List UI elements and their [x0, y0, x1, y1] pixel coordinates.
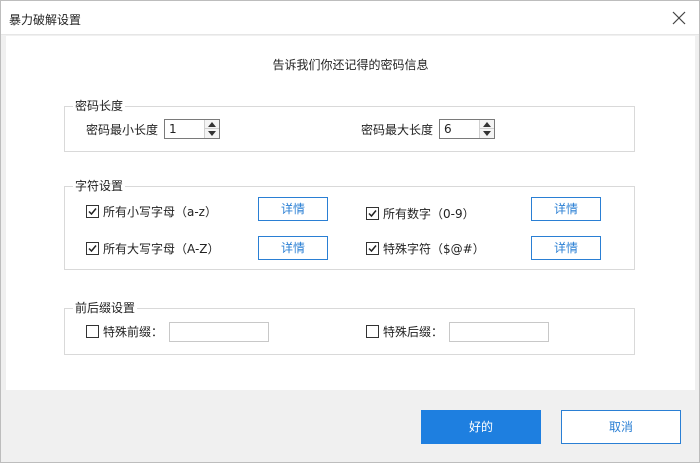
- special-detail-button[interactable]: 详情: [531, 236, 601, 260]
- option-prefix[interactable]: 特殊前缀：: [86, 324, 166, 340]
- digits-checkbox[interactable]: [366, 207, 379, 220]
- check-icon: [88, 208, 97, 216]
- lowercase-detail-button[interactable]: 详情: [258, 197, 328, 221]
- affix-group-label: 前后缀设置: [73, 301, 138, 315]
- close-icon: [672, 11, 686, 25]
- max-length-increment[interactable]: [480, 120, 494, 129]
- option-special[interactable]: 特殊字符（$@#）: [366, 241, 506, 257]
- uppercase-label: 所有大写字母（A-Z）: [103, 242, 220, 256]
- arrow-up-icon: [483, 122, 491, 127]
- lowercase-label: 所有小写字母（a-z）: [103, 205, 217, 219]
- prefix-checkbox[interactable]: [86, 325, 99, 338]
- max-length-decrement[interactable]: [480, 129, 494, 138]
- prefix-label: 特殊前缀：: [103, 325, 164, 339]
- uppercase-checkbox[interactable]: [86, 242, 99, 255]
- suffix-label: 特殊后缀：: [383, 325, 444, 339]
- digits-label: 所有数字（0-9）: [383, 207, 475, 221]
- affix-group: 前后缀设置 特殊前缀： 特殊后缀：: [64, 301, 635, 355]
- dialog-window: 暴力破解设置 告诉我们你还记得的密码信息 密码长度 密码最小长度 1 密码最大长…: [0, 0, 700, 463]
- close-button[interactable]: [669, 8, 689, 28]
- instruction-text: 告诉我们你还记得的密码信息: [272, 58, 429, 72]
- arrow-up-icon: [208, 122, 216, 127]
- uppercase-detail-button[interactable]: 详情: [258, 236, 328, 260]
- option-digits[interactable]: 所有数字（0-9）: [366, 206, 506, 222]
- arrow-down-icon: [483, 131, 491, 136]
- option-suffix[interactable]: 特殊后缀：: [366, 324, 446, 340]
- length-group: 密码长度 密码最小长度 密码最大长度: [64, 99, 635, 152]
- min-length-label: 密码最小长度: [86, 123, 159, 137]
- min-length-spinner[interactable]: [164, 119, 220, 139]
- max-length-spin-buttons: [479, 120, 494, 138]
- min-length-increment[interactable]: [205, 120, 219, 129]
- special-checkbox[interactable]: [366, 242, 379, 255]
- suffix-checkbox[interactable]: [366, 325, 379, 338]
- max-length-label: 密码最大长度: [361, 123, 434, 137]
- length-group-label: 密码长度: [73, 99, 126, 113]
- charset-group-label: 字符设置: [73, 179, 126, 193]
- suffix-input[interactable]: [449, 322, 549, 342]
- ok-button[interactable]: 好的: [421, 410, 541, 444]
- prefix-input[interactable]: [169, 322, 269, 342]
- option-uppercase[interactable]: 所有大写字母（A-Z）: [86, 241, 246, 257]
- min-length-input[interactable]: [165, 120, 203, 138]
- title-bar: 暴力破解设置: [1, 1, 699, 35]
- max-length-spinner[interactable]: [439, 119, 495, 139]
- charset-group: 字符设置 所有小写字母（a-z） 详情 所有数字（0-9） 详情 所有大写字母（…: [64, 179, 635, 270]
- check-icon: [368, 245, 377, 253]
- option-lowercase[interactable]: 所有小写字母（a-z）: [86, 204, 246, 220]
- window-title: 暴力破解设置: [9, 13, 82, 27]
- min-length-spin-buttons: [204, 120, 219, 138]
- check-icon: [368, 210, 377, 218]
- check-icon: [88, 245, 97, 253]
- dialog-content: 告诉我们你还记得的密码信息 密码长度 密码最小长度 密码最大长度: [6, 36, 695, 390]
- min-length-decrement[interactable]: [205, 129, 219, 138]
- digits-detail-button[interactable]: 详情: [531, 197, 601, 221]
- cancel-button[interactable]: 取消: [561, 410, 681, 444]
- lowercase-checkbox[interactable]: [86, 205, 99, 218]
- arrow-down-icon: [208, 131, 216, 136]
- max-length-input[interactable]: [440, 120, 478, 138]
- special-label: 特殊字符（$@#）: [383, 242, 485, 256]
